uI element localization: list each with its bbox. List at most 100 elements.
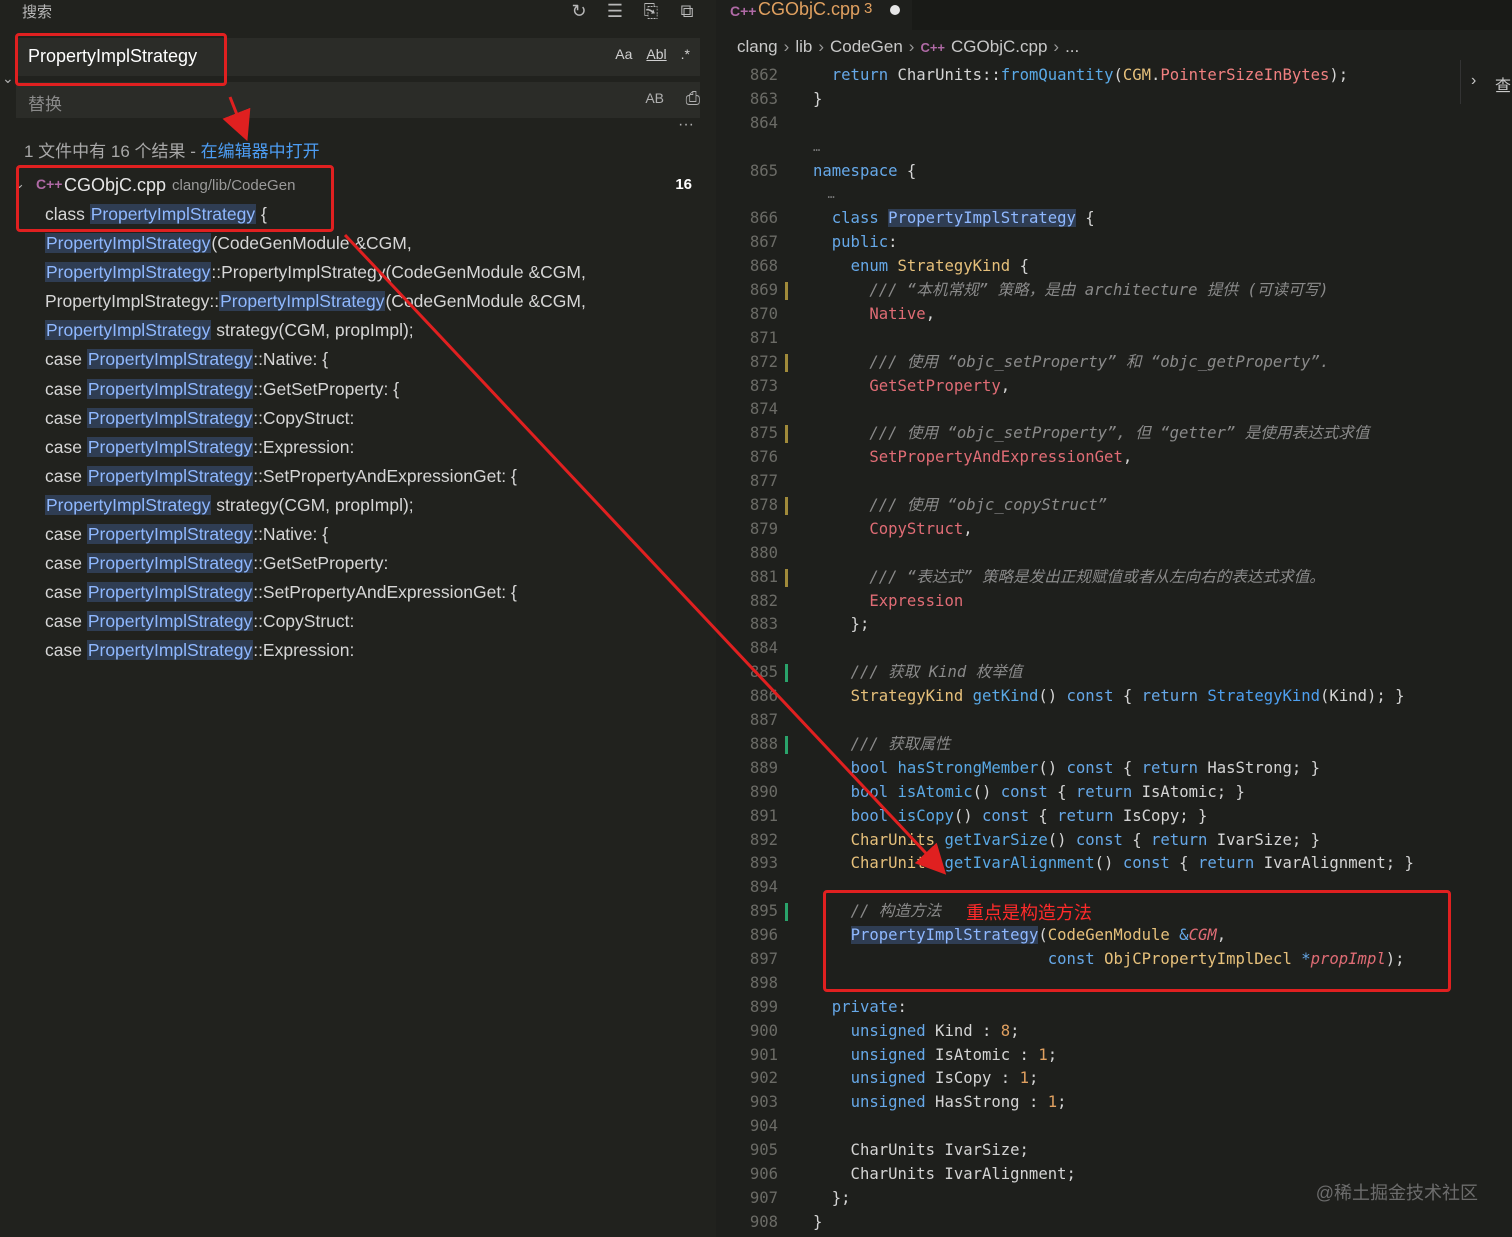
toggle-replace-chevron-icon[interactable]: ⌄ — [2, 70, 14, 87]
search-match-item[interactable]: case PropertyImplStrategy::Expression: — [45, 433, 705, 462]
code-line[interactable]: 902 unsigned IsCopy : 1; — [716, 1067, 1512, 1091]
search-match-item[interactable]: case PropertyImplStrategy::Native: { — [45, 520, 705, 549]
search-match-item[interactable]: PropertyImplStrategy strategy(CGM, propI… — [45, 316, 705, 345]
clear-results-icon[interactable]: ☰ — [604, 0, 626, 22]
refresh-icon[interactable]: ↻ — [568, 0, 590, 22]
code-line[interactable]: 899 private: — [716, 996, 1512, 1020]
match-case-toggle[interactable]: Aa — [613, 46, 634, 62]
code-text: bool isCopy() const { return IsCopy; } — [850, 806, 1208, 825]
code-line[interactable]: 885 /// 获取 Kind 枚举值 — [716, 661, 1512, 685]
regex-toggle[interactable]: .* — [679, 46, 692, 62]
code-line[interactable]: 904 — [716, 1115, 1512, 1139]
gutter-change-marker — [785, 353, 788, 372]
search-match-item[interactable]: case PropertyImplStrategy::GetSetPropert… — [45, 549, 705, 578]
match-prefix: case — [45, 436, 87, 457]
folded-region[interactable]: … — [813, 183, 834, 207]
search-match-item[interactable]: case PropertyImplStrategy::SetPropertyAn… — [45, 578, 705, 607]
match-highlight: PropertyImplStrategy — [86, 436, 254, 457]
match-suffix: ::CopyStruct: — [253, 407, 355, 428]
code-line[interactable]: 870 Native, — [716, 303, 1512, 327]
search-match-item[interactable]: case PropertyImplStrategy::Expression: — [45, 636, 705, 665]
search-match-item[interactable]: PropertyImplStrategy(CodeGenModule &CGM, — [45, 229, 705, 258]
code-line[interactable]: 863} — [716, 88, 1512, 112]
code-line[interactable]: 888 /// 获取属性 — [716, 733, 1512, 757]
code-text: /// 使用 “objc_copyStruct” — [869, 496, 1108, 515]
code-line[interactable]: 872 /// 使用 “objc_setProperty” 和 “objc_ge… — [716, 351, 1512, 375]
breadcrumb-item[interactable]: CodeGen — [830, 37, 903, 56]
tab-cgobjc[interactable]: C++ CGObjC.cpp 3 — [716, 0, 912, 30]
code-line[interactable]: 881 /// “表达式” 策略是发出正规赋值或者从左向右的表达式求值。 — [716, 566, 1512, 590]
code-line[interactable]: 869 /// “本机常规” 策略，是由 architecture 提供 (可读… — [716, 279, 1512, 303]
code-line[interactable]: 862 return CharUnits::fromQuantity(CGM.P… — [716, 64, 1512, 88]
code-line[interactable]: 876 SetPropertyAndExpressionGet, — [716, 446, 1512, 470]
search-match-item[interactable]: case PropertyImplStrategy::SetPropertyAn… — [45, 462, 705, 491]
code-line[interactable]: 874 — [716, 398, 1512, 422]
code-area[interactable]: 862 return CharUnits::fromQuantity(CGM.P… — [716, 64, 1512, 1235]
search-match-item[interactable]: case PropertyImplStrategy::Native: { — [45, 345, 705, 374]
match-suffix: strategy(CGM, propImpl); — [211, 320, 414, 341]
search-match-item[interactable]: case PropertyImplStrategy::CopyStruct: — [45, 607, 705, 636]
open-in-editor-link[interactable]: 在编辑器中打开 — [201, 142, 320, 161]
new-search-editor-icon[interactable]: ⎘ — [640, 0, 662, 22]
code-line[interactable]: 882 Expression — [716, 590, 1512, 614]
code-line[interactable]: 868 enum StrategyKind { — [716, 255, 1512, 279]
search-match-item[interactable]: PropertyImplStrategy::PropertyImplStrate… — [45, 258, 705, 287]
code-text: } — [813, 89, 823, 108]
folded-region[interactable]: … — [813, 136, 820, 160]
code-line[interactable]: 879 CopyStruct, — [716, 518, 1512, 542]
code-line[interactable]: 884 — [716, 637, 1512, 661]
code-text: CharUnits getIvarSize() const { return I… — [850, 830, 1321, 849]
more-actions-icon[interactable]: ··· — [678, 116, 694, 134]
breadcrumb-item[interactable]: clang — [737, 37, 778, 56]
code-text: /// 获取属性 — [850, 734, 951, 753]
line-number: 874 — [749, 400, 778, 419]
line-number: 905 — [749, 1141, 778, 1160]
code-line[interactable]: 908} — [716, 1211, 1512, 1235]
code-line[interactable]: 891 bool isCopy() const { return IsCopy;… — [716, 805, 1512, 829]
match-suffix: ::GetSetProperty: { — [253, 378, 400, 399]
breadcrumb-item[interactable]: lib — [795, 37, 812, 56]
code-line[interactable]: 877 — [716, 470, 1512, 494]
replace-all-icon[interactable]: ⎙ — [686, 88, 700, 109]
code-line[interactable]: 892 CharUnits getIvarSize() const { retu… — [716, 829, 1512, 853]
code-line[interactable]: 873 GetSetProperty, — [716, 375, 1512, 399]
code-line[interactable]: … — [716, 136, 1512, 160]
code-line[interactable]: 878 /// 使用 “objc_copyStruct” — [716, 494, 1512, 518]
code-line[interactable]: … — [716, 183, 1512, 207]
replace-input[interactable]: 替换 AB ⎙ — [16, 82, 700, 118]
code-text: CopyStruct, — [869, 519, 973, 538]
breadcrumb-item[interactable]: CGObjC.cpp — [951, 37, 1047, 56]
line-number: 882 — [749, 591, 778, 610]
search-match-item[interactable]: case PropertyImplStrategy::CopyStruct: — [45, 404, 705, 433]
code-line[interactable]: 864 — [716, 112, 1512, 136]
search-match-item[interactable]: PropertyImplStrategy strategy(CGM, propI… — [45, 491, 705, 520]
code-line[interactable]: 893 CharUnits getIvarAlignment() const {… — [716, 852, 1512, 876]
search-match-item[interactable]: PropertyImplStrategy::PropertyImplStrate… — [45, 287, 705, 316]
code-line[interactable]: 883 }; — [716, 613, 1512, 637]
search-match-item[interactable]: case PropertyImplStrategy::GetSetPropert… — [45, 375, 705, 404]
code-line[interactable]: 866 class PropertyImplStrategy { — [716, 207, 1512, 231]
code-line[interactable]: 871 — [716, 327, 1512, 351]
line-number: 871 — [749, 328, 778, 347]
line-number: 866 — [749, 209, 778, 228]
code-line[interactable]: 900 unsigned Kind : 8; — [716, 1020, 1512, 1044]
code-line[interactable]: 880 — [716, 542, 1512, 566]
code-line[interactable]: 889 bool hasStrongMember() const { retur… — [716, 757, 1512, 781]
code-line[interactable]: 903 unsigned HasStrong : 1; — [716, 1091, 1512, 1115]
whole-word-toggle[interactable]: Abl — [644, 46, 668, 62]
code-line[interactable]: 886 StrategyKind getKind() const { retur… — [716, 685, 1512, 709]
line-number: 867 — [749, 233, 778, 252]
breadcrumb-item[interactable]: ... — [1065, 37, 1079, 56]
code-line[interactable]: 887 — [716, 709, 1512, 733]
preserve-case-toggle[interactable]: AB — [645, 90, 664, 106]
code-line[interactable]: 890 bool isAtomic() const { return IsAto… — [716, 781, 1512, 805]
unsaved-dot-icon[interactable] — [890, 5, 900, 15]
match-suffix: ::Native: { — [253, 524, 329, 545]
code-line[interactable]: 905 CharUnits IvarSize; — [716, 1139, 1512, 1163]
collapse-all-icon[interactable]: ⧉ — [676, 0, 698, 22]
code-text: class PropertyImplStrategy { — [831, 209, 1095, 228]
code-line[interactable]: 901 unsigned IsAtomic : 1; — [716, 1044, 1512, 1068]
code-line[interactable]: 865 namespace { — [716, 160, 1512, 184]
code-line[interactable]: 867 public: — [716, 231, 1512, 255]
code-line[interactable]: 875 /// 使用 “objc_setProperty”, 但 “getter… — [716, 422, 1512, 446]
